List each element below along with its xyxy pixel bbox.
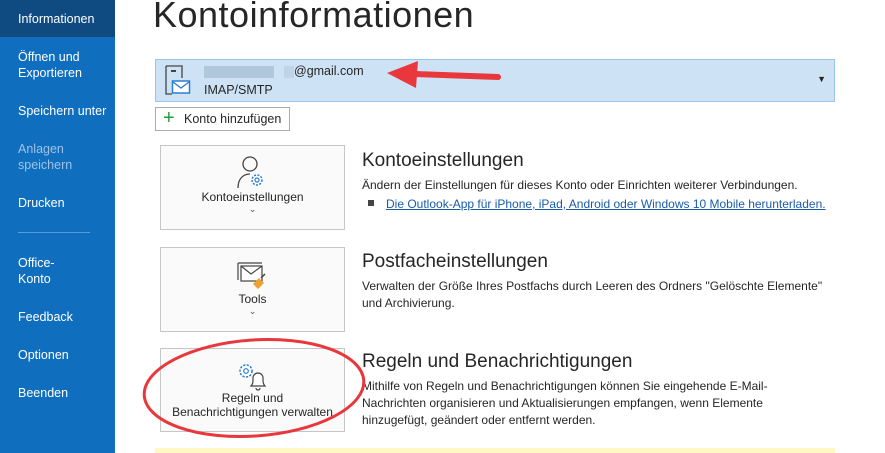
card-label: Benachrichtigungen verwalten	[172, 405, 333, 419]
plus-icon: +	[163, 107, 175, 129]
sidebar-divider	[18, 232, 90, 233]
nav-label: Exportieren	[18, 66, 82, 80]
nav-label: Anlagen	[18, 142, 64, 156]
nav-optionen[interactable]: Optionen	[0, 347, 115, 363]
section-rules-alerts: Regeln und Benachrichtigungen Mithilfe v…	[362, 351, 802, 429]
outlook-app-link[interactable]: Die Outlook-App für iPhone, iPad, Androi…	[386, 197, 826, 211]
account-type: IMAP/SMTP	[204, 83, 273, 97]
account-email: @gmail.com	[294, 64, 364, 78]
nav-beenden[interactable]: Beenden	[0, 385, 115, 401]
section-heading: Postfacheinstellungen	[362, 251, 548, 272]
sidebar: Informationen Öffnen und Exportieren Spei…	[0, 0, 115, 453]
bullet-icon	[368, 200, 374, 206]
nav-label: Öffnen und	[18, 50, 80, 64]
info-bar	[155, 448, 835, 453]
section-mailbox-settings: Postfacheinstellungen Verwalten der Größ…	[362, 251, 832, 312]
account-settings-button[interactable]: Kontoeinstellungen ⌄	[160, 145, 345, 230]
section-account-settings: Kontoeinstellungen Ändern der Einstellun…	[362, 150, 832, 213]
account-selector[interactable]: @gmail.com IMAP/SMTP ▼	[155, 59, 835, 102]
nav-office-konto[interactable]: Office- Konto	[0, 255, 115, 287]
manage-rules-alerts-button[interactable]: Regeln und Benachrichtigungen verwalten	[160, 348, 345, 432]
chevron-down-icon: ⌄	[248, 204, 257, 214]
account-mailbox-icon	[165, 65, 191, 95]
card-label: Kontoeinstellungen	[201, 190, 304, 204]
section-heading: Kontoeinstellungen	[362, 150, 524, 171]
chevron-down-icon: ⌄	[248, 306, 257, 316]
section-description: Mithilfe von Regeln und Benachrichtigung…	[362, 379, 768, 427]
nav-informationen[interactable]: Informationen	[0, 0, 115, 37]
section-description: Ändern der Einstellungen für dieses Kont…	[362, 178, 798, 192]
nav-label: speichern	[18, 158, 73, 172]
dropdown-arrow-icon[interactable]: ▼	[817, 74, 826, 84]
nav-speichern-unter[interactable]: Speichern unter	[0, 103, 115, 119]
add-account-button[interactable]: + Konto hinzufügen	[155, 107, 290, 131]
user-gear-icon	[236, 156, 263, 189]
mailbox-cleanup-icon	[236, 262, 266, 289]
nav-oeffnen-exportieren[interactable]: Öffnen und Exportieren	[0, 49, 115, 81]
nav-feedback[interactable]: Feedback	[0, 309, 115, 325]
section-heading: Regeln und Benachrichtigungen	[362, 351, 633, 372]
add-account-label: Konto hinzufügen	[184, 112, 282, 126]
card-label: Tools	[238, 292, 267, 306]
nav-label: Konto	[18, 272, 51, 286]
page-title: Kontoinformationen	[153, 0, 475, 35]
tools-button[interactable]: Tools ⌄	[160, 247, 345, 332]
nav-drucken[interactable]: Drucken	[0, 195, 115, 211]
card-label: Regeln und	[221, 391, 284, 405]
nav-label: Office-	[18, 256, 55, 270]
section-description: Verwalten der Größe Ihres Postfachs durc…	[362, 279, 823, 310]
gear-bell-icon	[238, 364, 266, 391]
nav-anlagen-speichern: Anlagen speichern	[0, 141, 115, 173]
